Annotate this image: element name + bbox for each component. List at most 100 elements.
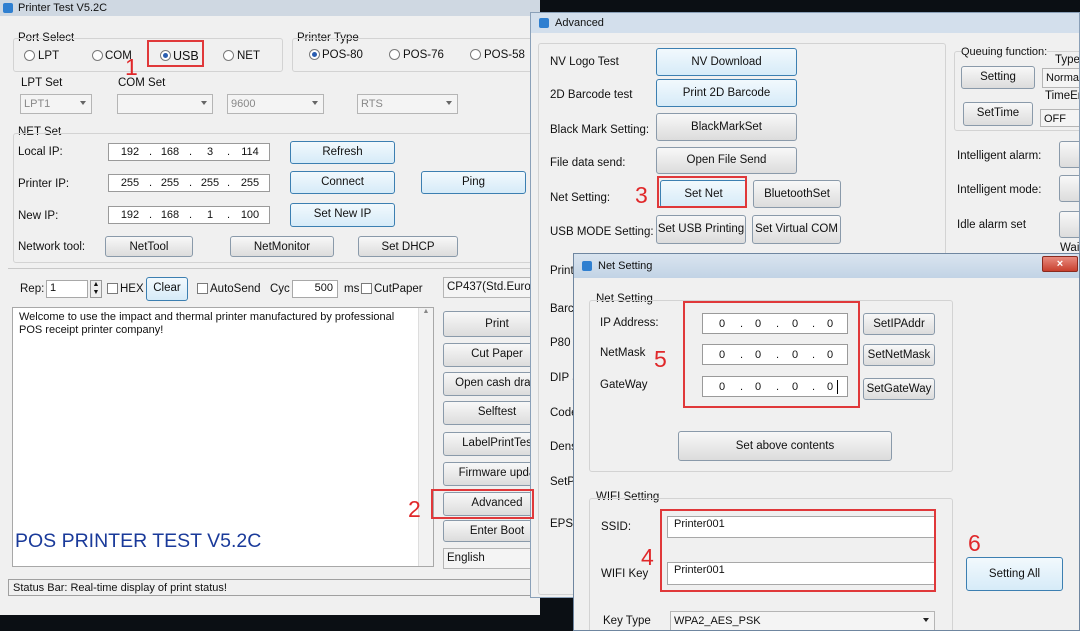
radio-lpt-label: LPT xyxy=(38,50,60,62)
local-ip-label: Local IP: xyxy=(18,146,63,158)
ip-octet: 168 xyxy=(160,209,180,221)
marker-3: 3 xyxy=(635,182,648,208)
open-file-send-button[interactable]: Open File Send xyxy=(656,147,797,174)
type-label: Type xyxy=(1055,54,1080,66)
local-ip-input[interactable]: 192. 168. 3. 114 xyxy=(108,143,270,161)
new-ip-input[interactable]: 192. 168. 1. 100 xyxy=(108,206,270,224)
ip-octet: 114 xyxy=(241,146,259,158)
usb-mode-label: USB MODE Setting: xyxy=(550,226,654,238)
netmask-label: NetMask xyxy=(600,347,646,359)
radio-pos80[interactable] xyxy=(309,49,320,60)
ip-octet: 192 xyxy=(120,209,140,221)
clear-button[interactable]: Clear xyxy=(146,277,188,301)
black-mark-set-button[interactable]: BlackMarkSet xyxy=(656,113,797,141)
com-port-select[interactable] xyxy=(117,94,213,114)
radio-lpt[interactable] xyxy=(24,50,35,61)
chevron-down-icon xyxy=(80,101,86,105)
file-data-send-label: File data send: xyxy=(550,157,626,169)
intelligent-alarm-button[interactable] xyxy=(1059,141,1079,168)
flow-select[interactable]: RTS xyxy=(357,94,458,114)
printer-test-window: Printer Test V5.2C Port Select LPT COM U… xyxy=(0,0,540,615)
advanced-titlebar[interactable]: Advanced xyxy=(531,13,1079,33)
lpt-select-value: LPT1 xyxy=(24,98,51,110)
codepage-select[interactable]: CP437(Std.Europ xyxy=(443,277,537,298)
baud-select[interactable]: 9600 xyxy=(227,94,324,114)
autosend-checkbox[interactable] xyxy=(197,283,208,294)
new-ip-label: New IP: xyxy=(18,210,59,222)
key-type-select[interactable]: WPA2_AES_PSK xyxy=(670,611,935,630)
bluetooth-set-button[interactable]: BluetoothSet xyxy=(753,180,841,208)
printer-test-titlebar[interactable]: Printer Test V5.2C xyxy=(0,0,540,16)
baud-value: 9600 xyxy=(231,98,256,110)
idle-alarm-button[interactable] xyxy=(1059,211,1079,238)
advanced-title: Advanced xyxy=(555,17,604,29)
language-select[interactable]: English xyxy=(443,548,535,569)
hex-label: HEX xyxy=(120,283,144,295)
radio-net[interactable] xyxy=(223,50,234,61)
enter-boot-button[interactable]: Enter Boot xyxy=(443,520,540,542)
netmonitor-button[interactable]: NetMonitor xyxy=(230,236,334,257)
nettool-button[interactable]: NetTool xyxy=(105,236,193,257)
network-tool-label: Network tool: xyxy=(18,241,86,253)
set-ip-addr-button[interactable]: SetIPAddr xyxy=(863,313,935,335)
close-icon[interactable]: × xyxy=(1042,256,1078,272)
radio-pos76[interactable] xyxy=(389,49,400,60)
ssid-label: SSID: xyxy=(601,521,632,533)
type-select[interactable]: Normal xyxy=(1042,68,1079,88)
cyc-input[interactable]: 500 xyxy=(292,280,338,298)
message-textarea[interactable]: Welcome to use the impact and thermal pr… xyxy=(12,307,434,567)
cutpaper-checkbox[interactable] xyxy=(361,283,372,294)
net-dialog-titlebar[interactable]: Net Setting xyxy=(574,254,1079,278)
usb-highlight-box xyxy=(147,40,204,67)
time-enable-select[interactable]: OFF xyxy=(1040,109,1079,127)
lpt-select[interactable]: LPT1 xyxy=(20,94,92,114)
marker-4: 4 xyxy=(641,544,654,570)
separator xyxy=(8,268,538,269)
rep-input[interactable]: 1 xyxy=(46,280,88,298)
marker-5: 5 xyxy=(654,346,667,372)
rep-spinner[interactable]: ▲ ▼ xyxy=(90,280,102,298)
open-cash-drawer-button[interactable]: Open cash draw xyxy=(443,372,540,396)
message-scrollbar[interactable]: ▲ xyxy=(418,308,433,566)
set-dhcp-button[interactable]: Set DHCP xyxy=(358,236,458,257)
connect-button[interactable]: Connect xyxy=(290,171,395,194)
ip-octet: 168 xyxy=(160,146,180,158)
settime-button[interactable]: SetTime xyxy=(963,102,1033,126)
ip-octet: 192 xyxy=(120,146,140,158)
set-virtual-com-button[interactable]: Set Virtual COM xyxy=(752,215,841,244)
printer-ip-input[interactable]: 255. 255. 255. 255 xyxy=(108,174,270,192)
selftest-button[interactable]: Selftest xyxy=(443,401,540,425)
set-usb-printing-button[interactable]: Set USB Printing xyxy=(656,215,746,244)
setting-all-button[interactable]: Setting All xyxy=(966,557,1063,591)
set-netmask-button[interactable]: SetNetMask xyxy=(863,344,935,366)
print-2d-barcode-button[interactable]: Print 2D Barcode xyxy=(656,79,797,107)
ping-button[interactable]: Ping xyxy=(421,171,526,194)
intelligent-mode-button[interactable] xyxy=(1059,175,1079,202)
autosend-label: AutoSend xyxy=(210,283,261,295)
label-print-test-button[interactable]: LabelPrintTes xyxy=(443,432,540,456)
set-new-ip-button[interactable]: Set New IP xyxy=(290,203,395,227)
print-partial-label: Print xyxy=(550,265,574,277)
banner-title: POS PRINTER TEST V5.2C xyxy=(15,530,262,552)
hex-checkbox[interactable] xyxy=(107,283,118,294)
chevron-down-icon xyxy=(312,101,318,105)
firmware-update-button[interactable]: Firmware upda xyxy=(443,462,540,486)
radio-pos58[interactable] xyxy=(470,49,481,60)
cut-paper-button[interactable]: Cut Paper xyxy=(443,343,540,367)
marker-2: 2 xyxy=(408,496,421,522)
barcode-partial-label: Barc xyxy=(550,303,574,315)
status-bar: Status Bar: Real-time display of print s… xyxy=(8,579,538,596)
intelligent-alarm-label: Intelligent alarm: xyxy=(957,150,1042,162)
queue-setting-button[interactable]: Setting xyxy=(961,66,1035,89)
radio-com[interactable] xyxy=(92,50,103,61)
ip-octet: 255 xyxy=(200,177,220,189)
cutpaper-label: CutPaper xyxy=(374,283,423,295)
set-gateway-button[interactable]: SetGateWay xyxy=(863,378,935,400)
nv-download-button[interactable]: NV Download xyxy=(656,48,797,76)
barcode-2d-label: 2D Barcode test xyxy=(550,89,633,101)
ip-octet: 3 xyxy=(206,146,214,158)
set-above-contents-button[interactable]: Set above contents xyxy=(678,431,892,461)
print-button[interactable]: Print xyxy=(443,311,540,337)
refresh-button[interactable]: Refresh xyxy=(290,141,395,164)
black-mark-label: Black Mark Setting: xyxy=(550,124,650,136)
